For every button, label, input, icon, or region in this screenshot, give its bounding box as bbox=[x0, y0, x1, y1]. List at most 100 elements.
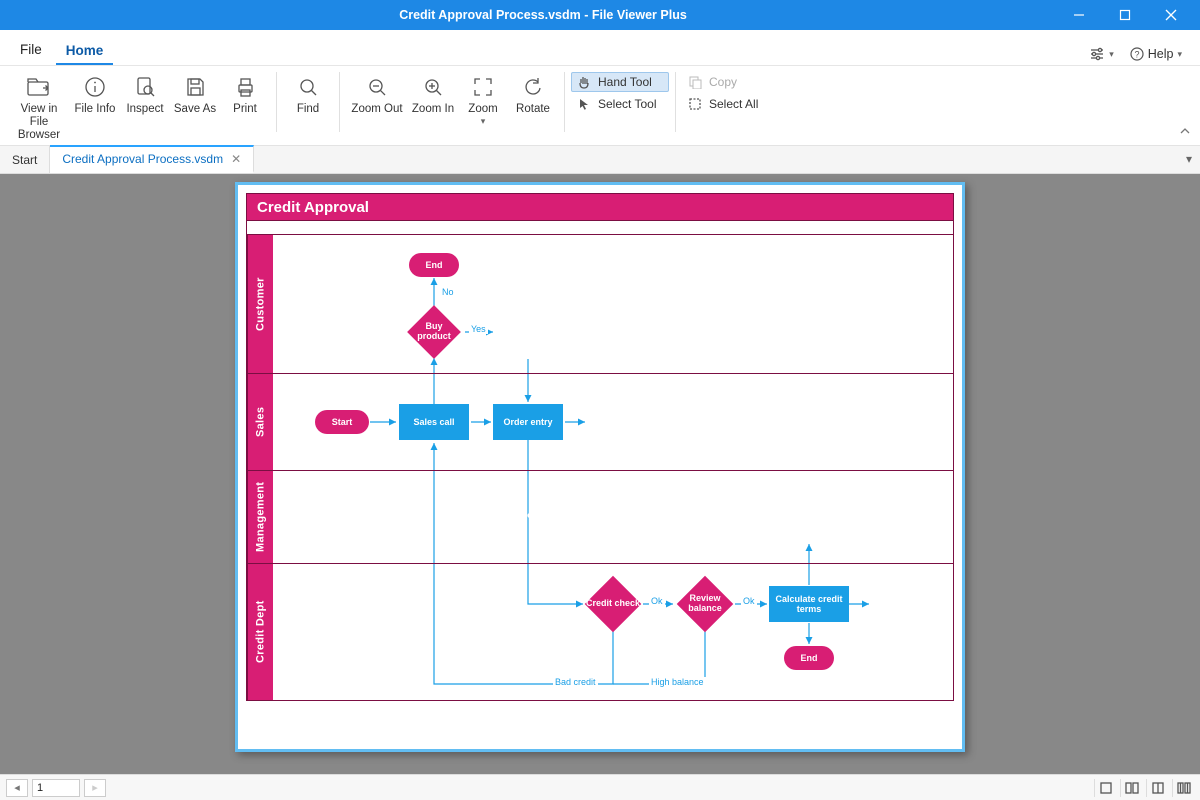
settings-button[interactable]: ▾ bbox=[1081, 43, 1122, 65]
page-number: 1 bbox=[37, 782, 43, 794]
ribbon: View in File Browser File Info Inspect S… bbox=[0, 66, 1200, 146]
view-mode-2-button[interactable] bbox=[1120, 779, 1142, 797]
tab-menu-button[interactable]: ▾ bbox=[1186, 152, 1192, 166]
print-icon bbox=[234, 74, 256, 100]
inspect-button[interactable]: Inspect bbox=[120, 72, 170, 116]
file-info-button[interactable]: File Info bbox=[70, 72, 120, 116]
tool-label: Print bbox=[233, 103, 257, 116]
separator bbox=[339, 72, 340, 132]
document-tabs: Start Credit Approval Process.vsdm ✕ ▾ bbox=[0, 146, 1200, 174]
shape-label: Credit form bbox=[504, 327, 553, 337]
lane-label: Sales bbox=[247, 374, 273, 470]
menu-file[interactable]: File bbox=[10, 36, 52, 65]
lane-label: Customer bbox=[247, 235, 273, 373]
find-button[interactable]: Find bbox=[283, 72, 333, 116]
select-all-button[interactable]: Select All bbox=[682, 94, 780, 114]
copy-button[interactable]: Copy bbox=[682, 72, 780, 92]
copy-icon bbox=[688, 75, 702, 89]
tool-label: Zoom In bbox=[412, 103, 454, 116]
menubar: File Home ▾ ? Help ▾ bbox=[0, 30, 1200, 66]
help-label: Help bbox=[1148, 47, 1174, 61]
shape-terms-approved: Terms approved bbox=[871, 580, 937, 628]
window-title: Credit Approval Process.vsdm - File View… bbox=[30, 8, 1056, 22]
select-all-icon bbox=[688, 97, 702, 111]
shape-label: Order form bbox=[596, 416, 643, 426]
zoom-out-button[interactable]: Zoom Out bbox=[346, 72, 408, 116]
help-button[interactable]: ? Help ▾ bbox=[1122, 43, 1190, 65]
zoom-fit-icon bbox=[472, 74, 494, 100]
tab-start[interactable]: Start bbox=[0, 146, 50, 173]
shape-credit-form: Credit form bbox=[495, 311, 561, 357]
save-as-button[interactable]: Save As bbox=[170, 72, 220, 116]
inspect-icon bbox=[134, 74, 156, 100]
view-mode-4-button[interactable] bbox=[1172, 779, 1194, 797]
shape-label: Terms approved bbox=[884, 592, 925, 612]
close-tab-button[interactable]: ✕ bbox=[231, 152, 241, 166]
maximize-button[interactable] bbox=[1102, 0, 1148, 30]
shape-credit-criteria: Credit criteria bbox=[495, 493, 561, 541]
zoom-in-icon bbox=[422, 74, 444, 100]
tool-label: Zoom Out bbox=[351, 103, 402, 116]
separator bbox=[675, 72, 676, 132]
shape-credit-issued-report: Credit issued report bbox=[776, 493, 842, 543]
print-button[interactable]: Print bbox=[220, 72, 270, 116]
shape-buy-product: Buy product bbox=[409, 310, 459, 354]
view-mode-3-button[interactable] bbox=[1146, 779, 1168, 797]
hand-icon bbox=[577, 75, 591, 89]
edge-ok-2: Ok bbox=[741, 596, 757, 606]
settings-icon bbox=[1089, 47, 1105, 61]
rotate-button[interactable]: Rotate bbox=[508, 72, 558, 116]
edge-yes: Yes bbox=[469, 324, 488, 334]
tool-label: Find bbox=[297, 103, 319, 116]
view-mode-1-button[interactable] bbox=[1094, 779, 1116, 797]
shape-label: Review balance bbox=[675, 578, 735, 630]
close-button[interactable] bbox=[1148, 0, 1194, 30]
edge-no: No bbox=[440, 287, 456, 297]
info-icon bbox=[84, 74, 106, 100]
canvas[interactable]: Credit Approval Customer bbox=[0, 174, 1200, 774]
tool-label: Save As bbox=[174, 103, 216, 116]
lane-label: Management bbox=[247, 471, 273, 563]
minimize-button[interactable] bbox=[1056, 0, 1102, 30]
hand-tool-button[interactable]: Hand Tool bbox=[571, 72, 669, 92]
zoom-in-button[interactable]: Zoom In bbox=[408, 72, 458, 116]
cursor-icon bbox=[577, 97, 591, 111]
edge-bad-credit: Bad credit bbox=[553, 677, 598, 687]
lane-management: Management Credi bbox=[247, 470, 953, 563]
zoom-out-icon bbox=[366, 74, 388, 100]
shape-label: Credit check bbox=[583, 578, 643, 630]
menu-home[interactable]: Home bbox=[56, 37, 114, 66]
help-icon: ? bbox=[1130, 47, 1144, 61]
tool-label: Rotate bbox=[516, 103, 550, 116]
prev-page-button[interactable]: ◂ bbox=[6, 779, 28, 797]
edge-ok-1: Ok bbox=[649, 596, 665, 606]
window-controls bbox=[1056, 0, 1194, 30]
shape-sales-call: Sales call bbox=[399, 404, 469, 440]
zoom-button[interactable]: Zoom ▾ bbox=[458, 72, 508, 127]
tab-document[interactable]: Credit Approval Process.vsdm ✕ bbox=[50, 145, 254, 173]
page-number-field[interactable]: 1 bbox=[32, 779, 80, 797]
separator bbox=[276, 72, 277, 132]
shape-end-1: End bbox=[409, 253, 459, 277]
tool-label: Hand Tool bbox=[598, 75, 652, 89]
titlebar: Credit Approval Process.vsdm - File View… bbox=[0, 0, 1200, 30]
svg-text:?: ? bbox=[1134, 50, 1139, 60]
shape-end-2: End bbox=[784, 646, 834, 670]
next-page-button[interactable]: ▸ bbox=[84, 779, 106, 797]
search-icon bbox=[297, 74, 319, 100]
shape-order-form: Order form bbox=[587, 400, 653, 446]
tool-label: View in File Browser bbox=[10, 103, 68, 143]
tool-label: File Info bbox=[75, 103, 116, 116]
chevron-down-icon: ▾ bbox=[1177, 49, 1182, 60]
shape-order-entry: Order entry bbox=[493, 404, 563, 440]
page: Credit Approval Customer bbox=[235, 182, 965, 752]
tool-label: Copy bbox=[709, 75, 737, 89]
collapse-ribbon-button[interactable] bbox=[1178, 124, 1192, 141]
shape-review-balance: Review balance bbox=[675, 578, 735, 630]
tool-label: Inspect bbox=[126, 103, 163, 116]
view-in-file-browser-button[interactable]: View in File Browser bbox=[8, 72, 70, 143]
shape-label: Credit criteria bbox=[499, 510, 558, 520]
save-icon bbox=[184, 74, 206, 100]
select-tool-button[interactable]: Select Tool bbox=[571, 94, 669, 114]
shape-label: Credit issued report bbox=[780, 506, 837, 526]
